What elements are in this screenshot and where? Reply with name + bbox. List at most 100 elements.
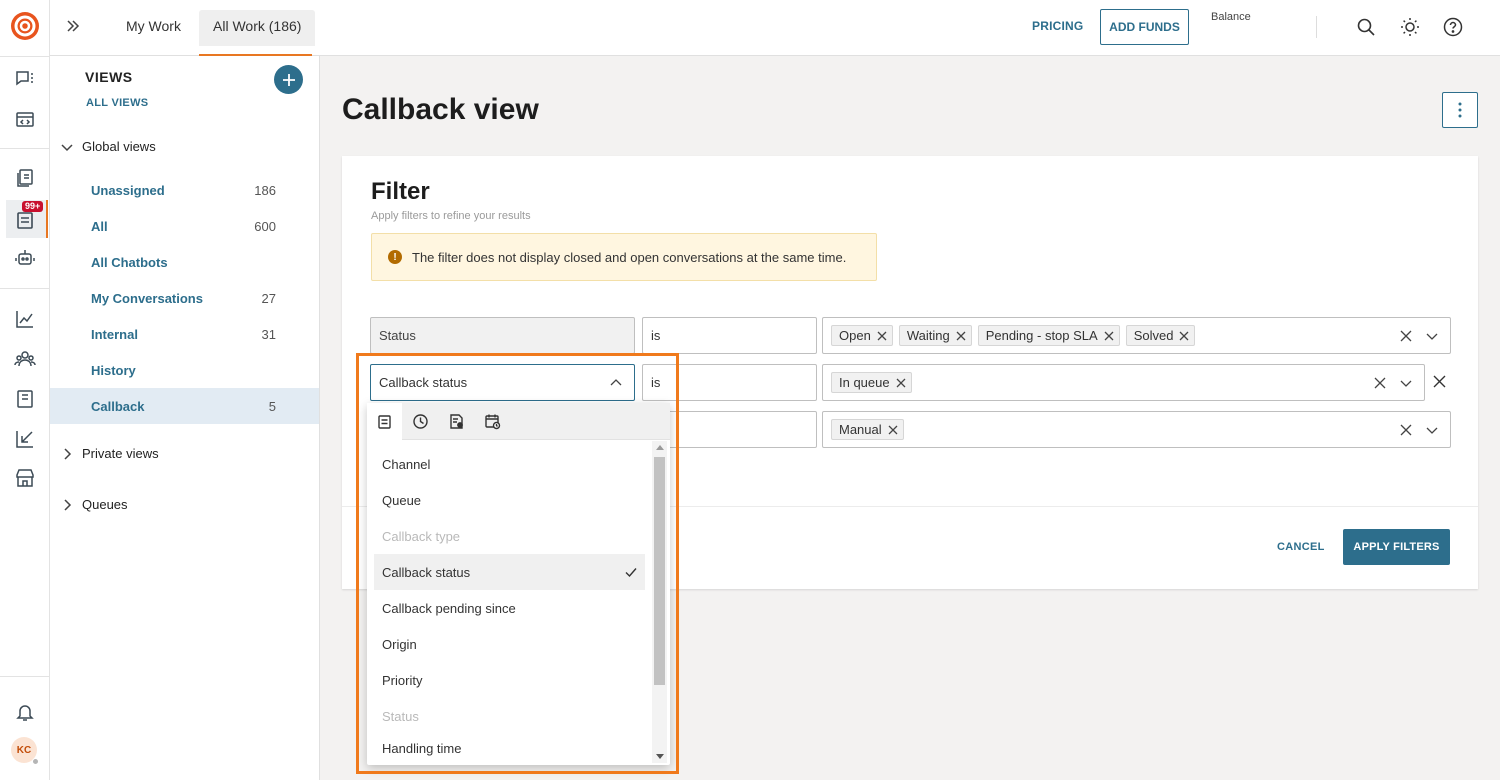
dropdown-tab-calendar[interactable] [475,403,510,440]
dropdown-scrollbar[interactable] [652,441,667,763]
bell-icon[interactable] [14,701,36,723]
clock-icon [413,414,428,429]
expand-sidebar-icon[interactable] [64,17,82,35]
view-item-callback[interactable]: Callback 5 [50,388,319,424]
chevron-down-icon[interactable] [1426,424,1438,436]
dropdown-option[interactable]: Channel [374,446,645,482]
chevron-down-icon[interactable] [1400,377,1412,389]
rail-divider [0,288,50,289]
presence-status-dot [32,758,39,765]
rail-divider [0,148,50,149]
dropdown-option-disabled: Callback type [382,528,461,544]
private-views-toggle[interactable]: Private views [60,446,159,461]
book-icon[interactable] [14,388,36,410]
view-item-internal[interactable]: Internal 31 [50,316,319,352]
clear-values-icon[interactable] [1374,377,1386,389]
all-views-link[interactable]: ALL VIEWS [86,97,148,109]
global-views-toggle[interactable]: Global views [60,139,156,154]
view-count: 31 [261,326,276,342]
scroll-up-icon[interactable] [656,445,664,450]
option-label: Callback status [382,564,471,580]
remove-chip-icon[interactable] [888,425,898,435]
import-icon[interactable] [14,428,36,450]
apply-filters-button[interactable]: APPLY FILTERS [1343,529,1450,565]
view-item-unassigned[interactable]: Unassigned 186 [50,172,319,208]
dropdown-option[interactable]: Callback pending since [374,590,645,626]
dropdown-option[interactable]: Origin [374,626,645,662]
remove-filter-row-icon[interactable] [1433,375,1446,388]
queues-toggle[interactable]: Queues [60,497,128,512]
value-chip: Solved [1125,325,1196,346]
tab-my-work[interactable]: My Work [112,10,195,46]
rail-divider [0,56,50,57]
value-chip: Manual [831,419,904,440]
filter-values-select[interactable]: Open Waiting Pending - stop SLA Solved [822,317,1451,354]
dropdown-option-selected[interactable]: Callback status [374,554,645,590]
chip-label: Manual [839,422,882,437]
views-heading: VIEWS [85,69,133,85]
scrollbar-thumb[interactable] [654,457,665,685]
view-label: My Conversations [91,290,203,306]
chevron-right-icon [64,447,72,460]
dropdown-option[interactable]: Handling time [374,734,645,762]
knowledge-icon[interactable] [14,167,36,189]
field-value: Callback status [379,375,468,390]
dropdown-tab-document[interactable] [439,403,474,440]
chevron-right-icon [64,498,72,511]
kebab-menu-icon [1458,102,1462,118]
inbox-icon[interactable] [14,209,36,231]
remove-chip-icon[interactable] [1104,331,1114,341]
remove-chip-icon[interactable] [956,331,966,341]
warning-text: The filter does not display closed and o… [412,249,847,265]
add-funds-button[interactable]: ADD FUNDS [1100,9,1189,45]
pricing-link[interactable]: PRICING [1032,19,1083,33]
chip-label: Waiting [906,328,950,343]
warning-icon: ! [388,250,402,264]
view-item-all-chatbots[interactable]: All Chatbots [50,244,319,280]
views-panel: VIEWS ALL VIEWS Global views Unassigned … [50,56,320,780]
help-icon[interactable] [1443,17,1463,37]
more-options-button[interactable] [1442,92,1478,128]
filter-values-select[interactable]: Manual [822,411,1451,448]
theme-sun-icon[interactable] [1400,17,1420,37]
left-rail: 99+ KC [0,0,50,780]
analytics-icon[interactable] [14,308,36,330]
code-icon[interactable] [14,108,36,130]
dropdown-option[interactable]: Priority [374,662,645,698]
clear-values-icon[interactable] [1400,330,1412,342]
dropdown-tab-conversation[interactable] [367,403,402,440]
view-item-my-conversations[interactable]: My Conversations 27 [50,280,319,316]
scroll-down-icon[interactable] [656,754,664,759]
filter-field-select[interactable]: Callback status [370,364,635,401]
clear-values-icon[interactable] [1400,424,1412,436]
remove-chip-icon[interactable] [877,331,887,341]
tab-all-work[interactable]: All Work (186) [199,10,316,46]
search-icon[interactable] [1356,17,1376,37]
chevron-down-icon[interactable] [1426,330,1438,342]
store-icon[interactable] [14,467,36,489]
cancel-button[interactable]: CANCEL [1277,541,1325,553]
brand-logo-icon[interactable] [10,11,40,41]
view-count: 5 [268,398,276,414]
filter-field-select[interactable]: Status [370,317,635,354]
dropdown-tab-time[interactable] [403,403,438,440]
remove-chip-icon[interactable] [896,378,906,388]
chat-icon[interactable] [14,68,36,90]
people-icon[interactable] [14,348,36,370]
filter-values-select[interactable]: In queue [822,364,1425,401]
topbar-divider [1316,16,1317,38]
view-item-all[interactable]: All 600 [50,208,319,244]
dropdown-option[interactable]: Queue [374,482,645,518]
rail-divider [0,676,50,677]
filter-title: Filter [371,178,430,205]
view-count: 600 [254,218,276,234]
filter-operator-select[interactable]: is [642,364,817,401]
calendar-clock-icon [485,414,501,430]
view-count: 27 [261,290,276,306]
add-view-button[interactable] [274,65,303,94]
filter-operator-select[interactable]: is [642,317,817,354]
view-item-history[interactable]: History [50,352,319,388]
remove-chip-icon[interactable] [1179,331,1189,341]
bot-icon[interactable] [14,247,36,269]
chip-label: Solved [1133,328,1174,343]
